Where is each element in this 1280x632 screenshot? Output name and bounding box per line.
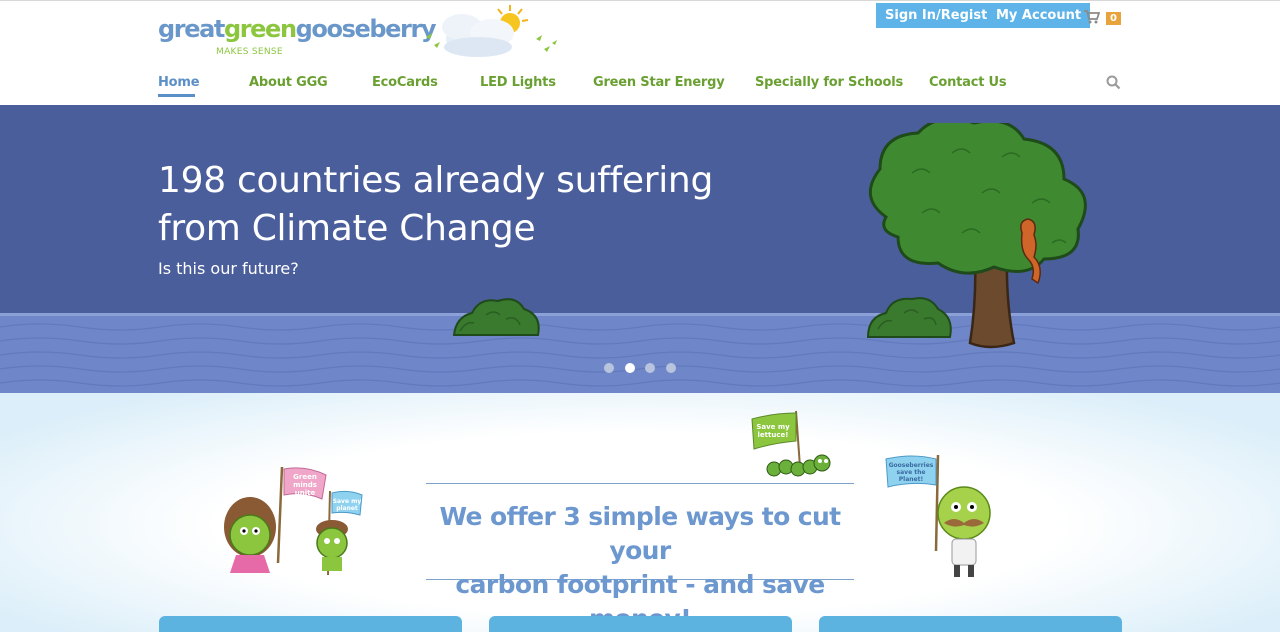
hero-subtitle: Is this our future? <box>158 259 299 278</box>
promo-tagline-line1: We offer 3 simple ways to cut your <box>439 502 841 565</box>
nav-home[interactable]: Home <box>158 75 200 90</box>
flag-small-line1: Save my <box>333 498 362 505</box>
green-star-card-tab[interactable] <box>819 616 1122 632</box>
flag-right-line3: Planet! <box>899 476 923 483</box>
hero-headline-line1: 198 countries already suffering <box>158 160 713 201</box>
led-lights-card-tab[interactable] <box>489 616 792 632</box>
hero-headline: 198 countries already suffering from Cli… <box>158 157 758 253</box>
nav-green-star-energy[interactable]: Green Star Energy <box>593 75 725 90</box>
slider-dot-1[interactable] <box>604 363 614 373</box>
logo-wordmark: greatgreengooseberry <box>158 15 437 43</box>
bush-illustration <box>452 298 540 336</box>
nav-active-indicator <box>158 94 195 97</box>
slider-dot-2[interactable] <box>625 363 635 373</box>
hero-headline-line2: from Climate Change <box>158 208 536 249</box>
flag-left-line3: unite <box>295 489 316 497</box>
site-header: greatgreengooseberry MAKES SENSE Sign In… <box>0 0 1280 105</box>
caterpillar-illustration: Save my lettuce! <box>751 410 831 477</box>
my-account-button[interactable]: My Account <box>987 3 1091 28</box>
flag-left-line2: minds <box>293 481 317 489</box>
ecocards-card-tab[interactable] <box>159 616 462 632</box>
flag-right-line2: save the <box>897 469 926 476</box>
logo-part-green: green <box>223 15 297 43</box>
site-logo[interactable]: greatgreengooseberry MAKES SENSE <box>158 15 437 57</box>
gooseberry-mustache-character-illustration: Gooseberries save the Planet! <box>885 454 991 577</box>
shopping-cart-icon[interactable] <box>1084 10 1100 24</box>
slider-dot-3[interactable] <box>645 363 655 373</box>
flag-right-line1: Gooseberries <box>889 462 934 469</box>
nav-led-lights[interactable]: LED Lights <box>480 75 556 90</box>
hero-slider: 198 countries already suffering from Cli… <box>0 105 1280 393</box>
nav-specially-for-schools[interactable]: Specially for Schools <box>755 75 903 90</box>
promo-tagline: We offer 3 simple ways to cut your carbo… <box>426 483 854 632</box>
nav-ecocards[interactable]: EcoCards <box>372 75 438 90</box>
gooseberry-characters-illustration: Green minds unite Save my planet <box>224 466 363 576</box>
nav-contact-us[interactable]: Contact Us <box>929 75 1007 90</box>
logo-part-great: great <box>158 15 225 43</box>
flag-small-line2: planet <box>336 505 358 512</box>
flag-left-line1: Green <box>293 473 317 481</box>
logo-tagline: MAKES SENSE <box>216 47 283 57</box>
flag-lettuce-line2: lettuce! <box>758 431 789 439</box>
tree-illustration <box>869 123 1087 349</box>
cart-count-badge: 0 <box>1106 12 1121 25</box>
flag-lettuce-line1: Save my <box>756 423 790 431</box>
slider-dot-4[interactable] <box>666 363 676 373</box>
search-icon[interactable] <box>1106 75 1121 90</box>
sun-cloud-icon <box>426 5 557 57</box>
promo-section: Green minds unite Save my planet Save my… <box>0 393 1280 632</box>
nav-about-ggg[interactable]: About GGG <box>249 75 328 90</box>
